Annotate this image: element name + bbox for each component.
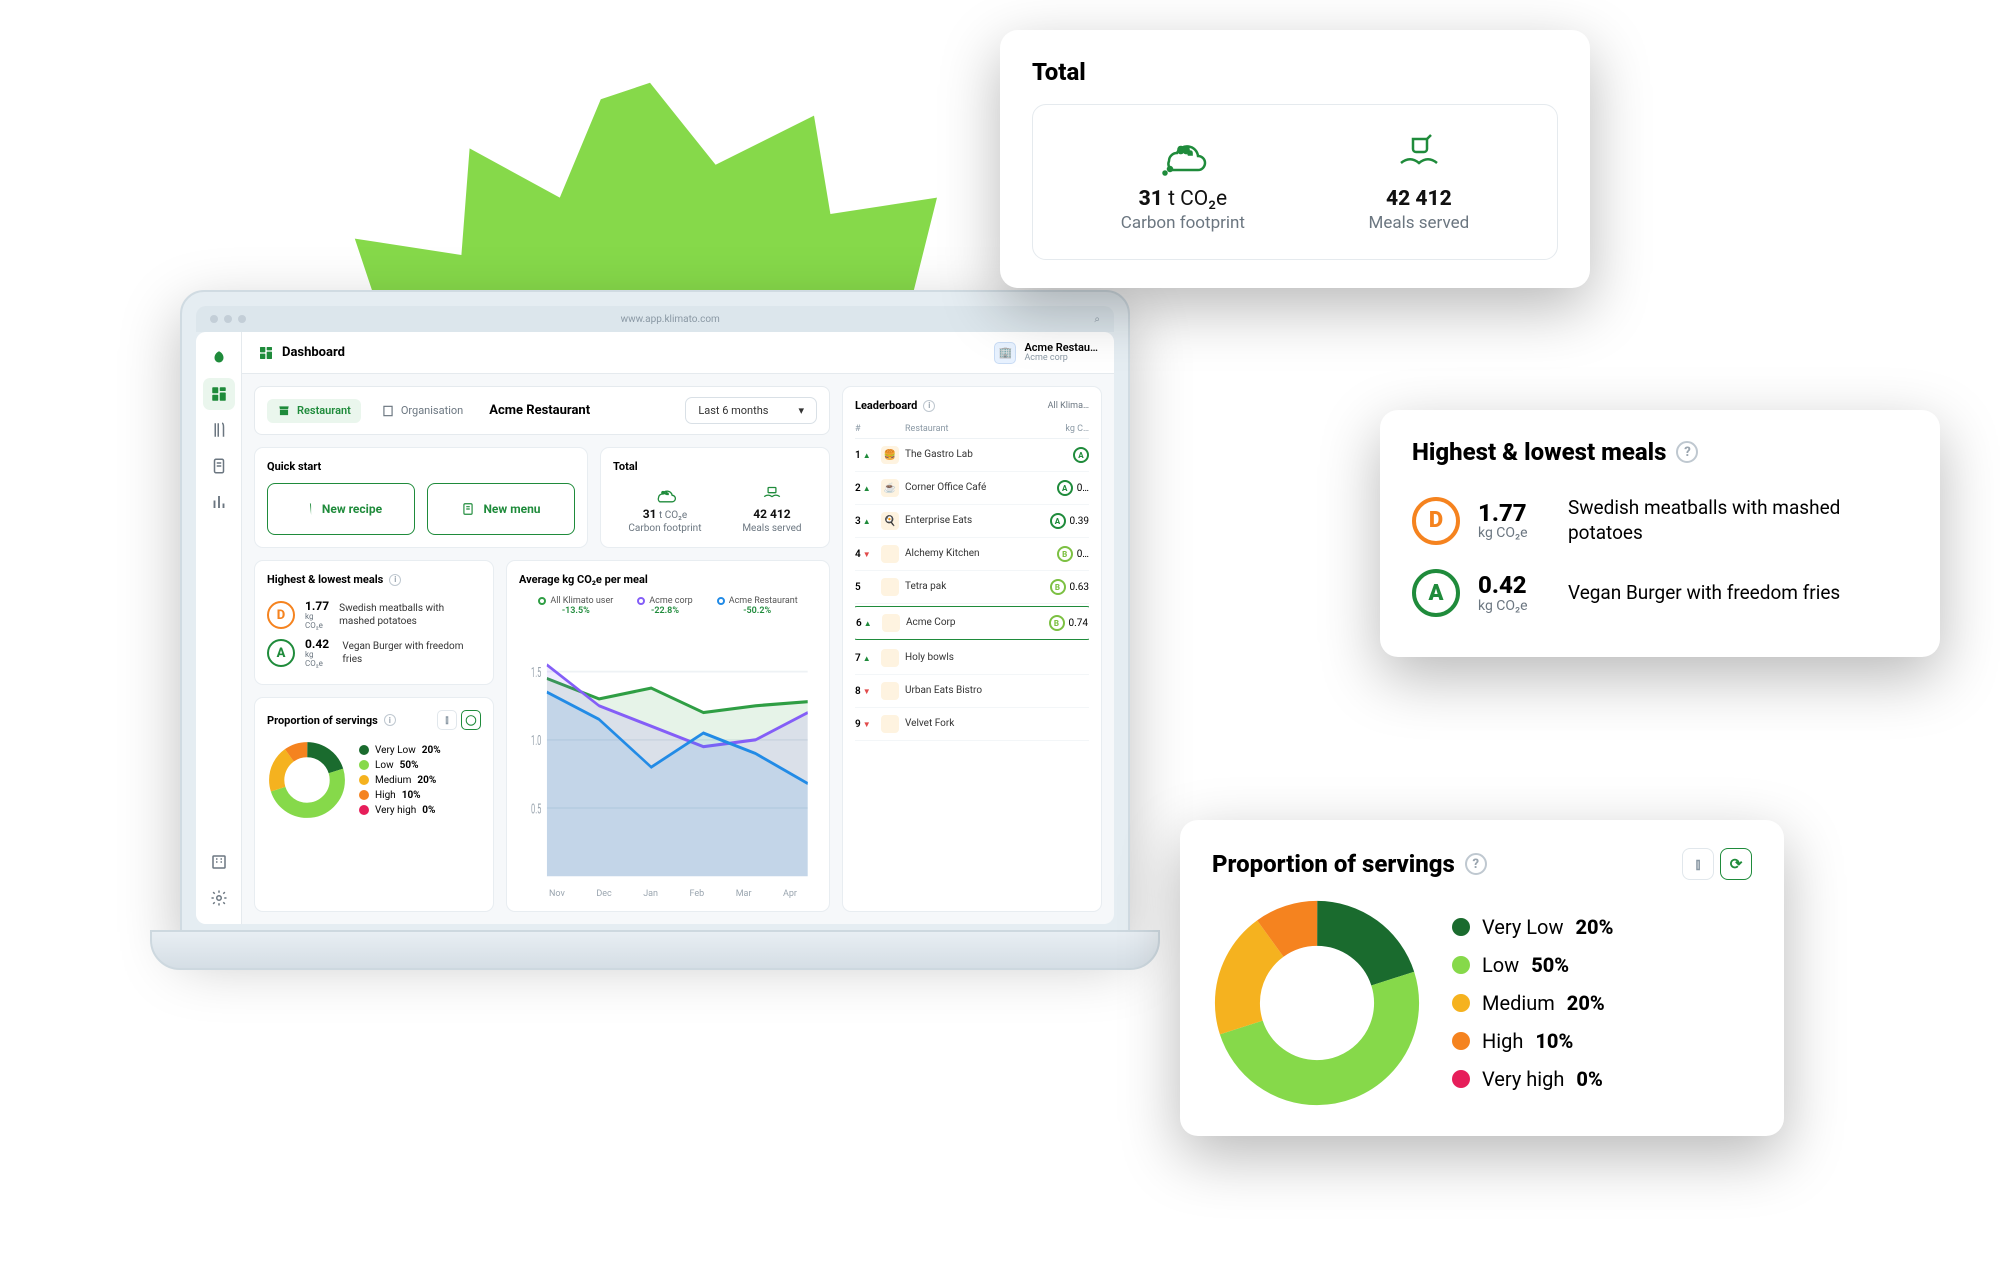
fork-knife-icon	[300, 502, 314, 516]
nav-dashboard[interactable]	[203, 378, 235, 410]
date-range-dropdown[interactable]: Last 6 months ▾	[685, 397, 817, 424]
meal-served-icon	[759, 483, 785, 505]
leaderboard-card: LeaderboardiAll Klima… #Restaurantkg C… …	[842, 386, 1102, 912]
nav-settings[interactable]	[203, 882, 235, 914]
chart-legend-item: All Klimato user-13.5%	[538, 596, 613, 616]
browser-chrome: www.app.klimato.com ⌕	[196, 306, 1114, 332]
leaderboard-row[interactable]: 3 ▲🍳Enterprise EatsA 0.39	[855, 505, 1089, 538]
co2-cloud-icon: CO₂	[652, 483, 678, 505]
legend-item: High 10%	[359, 790, 441, 801]
building-icon	[381, 404, 395, 418]
dashboard-icon	[258, 345, 274, 361]
proportion-donut-large	[1212, 898, 1422, 1108]
legend-item: Very high 0%	[359, 805, 441, 816]
tab-organisation[interactable]: Organisation	[371, 399, 473, 423]
search-icon: ⌕	[1094, 314, 1100, 325]
org-name: Acme Restau…	[1024, 342, 1098, 354]
avg-co2-chart-card: Average kg CO₂e per meal All Klimato use…	[506, 560, 830, 912]
context-bar: Restaurant Organisation Acme Restaurant …	[254, 386, 830, 435]
leaderboard-row[interactable]: 5 Tetra pakB 0.63	[855, 571, 1089, 604]
view-bars-toggle[interactable]: ⫾	[1682, 848, 1714, 880]
meal-served-icon	[1391, 131, 1447, 177]
new-menu-button[interactable]: New menu	[427, 483, 575, 535]
tab-restaurant[interactable]: Restaurant	[267, 399, 361, 423]
leaderboard-row[interactable]: 7 ▲Holy bowls	[855, 642, 1089, 675]
leaderboard-row[interactable]: 2 ▲☕Corner Office CaféA 0…	[855, 472, 1089, 505]
org-avatar-icon: 🏢	[994, 342, 1016, 364]
store-icon	[277, 404, 291, 418]
popout-total-card: Total CO₂ 31 t CO₂e Carbon footprint 42 …	[1000, 30, 1590, 288]
proportion-donut	[267, 740, 347, 820]
avg-co2-line-chart: 1.5 1.0 0.5	[519, 622, 817, 885]
legend-item: Very Low 20%	[359, 745, 441, 756]
legend-item: High 10%	[1452, 1029, 1613, 1053]
org-switcher[interactable]: 🏢 Acme Restau… Acme corp	[994, 342, 1098, 364]
chart-legend-item: Acme Restaurant-50.2%	[717, 596, 798, 616]
svg-text:1.0: 1.0	[531, 733, 541, 749]
legend-item: Very Low 20%	[1452, 915, 1613, 939]
nav-recipes[interactable]	[203, 414, 235, 446]
leaderboard-row[interactable]: 6 ▲Acme CorpB 0.74	[855, 606, 1089, 640]
info-icon[interactable]: ?	[1676, 441, 1698, 463]
nav-menus[interactable]	[203, 450, 235, 482]
leaderboard-filter[interactable]: All Klima…	[1048, 401, 1089, 411]
browser-url: www.app.klimato.com	[252, 314, 1088, 325]
nav-reports[interactable]	[203, 486, 235, 518]
topbar: Dashboard 🏢 Acme Restau… Acme corp	[242, 332, 1114, 374]
legend-item: Low 50%	[359, 760, 441, 771]
view-donut-toggle[interactable]: ⟳	[1720, 848, 1752, 880]
chevron-down-icon: ▾	[798, 404, 804, 417]
proportion-card-mini: Proportion of servingsi ⫾ ◯ Very Lo	[254, 697, 494, 912]
legend-item: Low 50%	[1452, 953, 1613, 977]
menu-icon	[461, 502, 475, 516]
view-donut-toggle[interactable]: ◯	[461, 710, 481, 730]
grade-badge-d: D	[1412, 497, 1460, 545]
leaderboard-row[interactable]: 8 ▼Urban Eats Bistro	[855, 675, 1089, 708]
chart-legend-item: Acme corp-22.8%	[637, 596, 692, 616]
leaderboard-row[interactable]: 9 ▼Velvet Fork	[855, 708, 1089, 741]
legend-item: Medium 20%	[359, 775, 441, 786]
total-card-mini: Total CO₂ 31 t CO₂e Carbon footprint	[600, 447, 830, 548]
quick-start-card: Quick start New recipe New menu	[254, 447, 588, 548]
org-sub: Acme corp	[1024, 354, 1098, 364]
highest-lowest-card-mini: Highest & lowest mealsi D 1.77kg CO₂e Sw…	[254, 560, 494, 685]
restaurant-name: Acme Restaurant	[489, 403, 590, 418]
logo-icon	[203, 342, 235, 374]
svg-text:0.5: 0.5	[531, 801, 541, 817]
grade-badge-a: A	[1412, 569, 1460, 617]
grade-badge-a: A	[267, 639, 295, 667]
new-recipe-button[interactable]: New recipe	[267, 483, 415, 535]
info-icon[interactable]: i	[389, 574, 401, 586]
legend-item: Very high 0%	[1452, 1067, 1613, 1091]
leaderboard-row[interactable]: 1 ▲🍔The Gastro LabA	[855, 439, 1089, 472]
view-bars-toggle[interactable]: ⫾	[437, 710, 457, 730]
leaderboard-row[interactable]: 4 ▼Alchemy KitchenB 0…	[855, 538, 1089, 571]
svg-text:CO₂: CO₂	[662, 490, 669, 495]
popout-highest-lowest-card: Highest & lowest meals? D 1.77kg CO₂e Sw…	[1380, 410, 1940, 657]
legend-item: Medium 20%	[1452, 991, 1613, 1015]
info-icon[interactable]: ?	[1465, 853, 1487, 875]
info-icon[interactable]: i	[923, 400, 935, 412]
svg-text:CO₂: CO₂	[1178, 146, 1192, 155]
co2-cloud-icon: CO₂	[1155, 131, 1211, 177]
grade-badge-d: D	[267, 601, 295, 629]
sidebar	[196, 332, 242, 924]
nav-organisation[interactable]	[203, 846, 235, 878]
svg-text:1.5: 1.5	[531, 664, 541, 680]
laptop-mockup: www.app.klimato.com ⌕ Da	[150, 290, 1160, 1010]
popout-proportion-card: Proportion of servings? ⫾ ⟳ Very Low 20%…	[1180, 820, 1784, 1136]
page-title: Dashboard	[258, 345, 345, 361]
info-icon[interactable]: i	[384, 714, 396, 726]
